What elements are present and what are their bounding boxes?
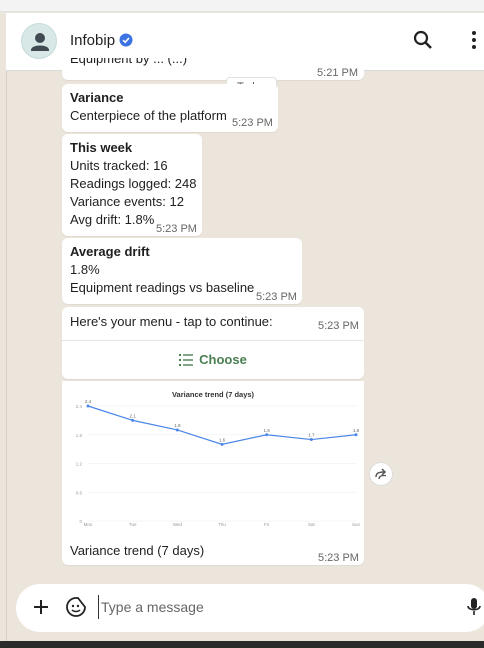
list-icon: [179, 354, 194, 366]
message-line: Equipment readings vs baseline: [70, 280, 255, 295]
search-icon[interactable]: [411, 28, 435, 52]
data-point: [131, 418, 135, 422]
clipped-message-text: Equipment by ... (...): [70, 58, 188, 66]
data-point: [309, 438, 313, 442]
message-time: 5:23 PM: [318, 552, 359, 564]
chart-title: Variance trend (7 days): [172, 390, 255, 399]
message-time: 5:23 PM: [232, 117, 273, 129]
message-time: 5:23 PM: [156, 223, 197, 235]
message-line: Units tracked: 16: [70, 158, 168, 173]
menu-message: Here's your menu - tap to continue: 5:23…: [62, 307, 364, 379]
x-tick-label: Thu: [218, 522, 226, 527]
y-tick-label: 0.6: [76, 490, 83, 495]
sticker-icon[interactable]: [65, 596, 87, 618]
message-bubble: Variance Centerpiece of the platform 5:2…: [62, 84, 278, 132]
message-composer: [16, 584, 484, 632]
left-divider: [6, 70, 7, 642]
person-icon: [31, 33, 49, 51]
message-input[interactable]: [98, 595, 448, 619]
menu-prompt-text: Here's your menu - tap to continue:: [70, 314, 273, 329]
forward-icon: [375, 468, 387, 480]
x-tick-label: Sun: [352, 522, 361, 527]
add-icon[interactable]: [30, 596, 52, 618]
verified-badge-icon: [119, 33, 133, 47]
message-line: Readings logged: 248: [70, 176, 197, 191]
message-title: This week: [70, 140, 133, 155]
data-point: [175, 428, 179, 432]
x-tick-label: Wed: [173, 522, 183, 527]
x-tick-label: Tue: [129, 522, 137, 527]
message-title: Average drift: [70, 244, 150, 259]
message-line: Variance events: 12: [70, 194, 184, 209]
choose-button[interactable]: Choose: [62, 341, 364, 379]
data-label: 2.4: [85, 399, 92, 404]
message-title: Variance: [70, 90, 124, 105]
message-bubble: This week Units tracked: 16 Readings log…: [62, 134, 202, 236]
data-label: 1.7: [308, 433, 315, 438]
contact-name[interactable]: Infobip: [70, 32, 115, 49]
system-bar: [0, 641, 484, 648]
chart-caption: Variance trend (7 days): [70, 543, 205, 558]
more-options-icon[interactable]: [464, 28, 484, 52]
data-label: 1.8: [264, 428, 271, 433]
x-tick-label: Mon: [84, 522, 93, 527]
data-point: [220, 442, 224, 446]
data-point: [86, 404, 90, 408]
data-label: 1.8: [353, 428, 360, 433]
message-line: Avg drift: 1.8%: [70, 212, 155, 227]
message-bubble: Average drift 1.8% Equipment readings vs…: [62, 238, 302, 304]
microphone-icon[interactable]: [464, 596, 484, 618]
avatar[interactable]: [21, 23, 57, 59]
choose-button-label: Choose: [199, 352, 247, 367]
x-tick-label: Fri: [264, 522, 269, 527]
clipped-message: Equipment by ... (...) 5:21 PM: [62, 58, 364, 80]
window-top-strip: [0, 0, 484, 12]
y-tick-label: 2.4: [76, 404, 83, 409]
chart-message: Variance trend (7 days) 0 0.6 1.2 1.8 2.4 Mo…: [62, 381, 364, 565]
data-point: [265, 433, 269, 437]
data-label: 1.9: [174, 423, 181, 428]
forward-button[interactable]: [369, 462, 393, 486]
data-label: 2.1: [130, 413, 137, 418]
message-time: 5:23 PM: [256, 291, 297, 303]
variance-chart: Variance trend (7 days) 00.61.21.82.4 Mo…: [62, 381, 364, 537]
chart-image[interactable]: Variance trend (7 days) 0 0.6 1.2 1.8 2.4 Mo…: [62, 381, 364, 537]
message-time: 5:23 PM: [318, 320, 359, 332]
message-time: 5:21 PM: [317, 67, 358, 79]
data-label: 1.6: [219, 437, 226, 442]
message-line: 1.8%: [70, 262, 100, 277]
message-line: Centerpiece of the platform: [70, 108, 227, 123]
y-tick-label: 1.2: [76, 462, 83, 467]
data-point: [354, 433, 358, 437]
y-tick-label: 1.8: [76, 433, 83, 438]
x-tick-label: Sat: [308, 522, 316, 527]
